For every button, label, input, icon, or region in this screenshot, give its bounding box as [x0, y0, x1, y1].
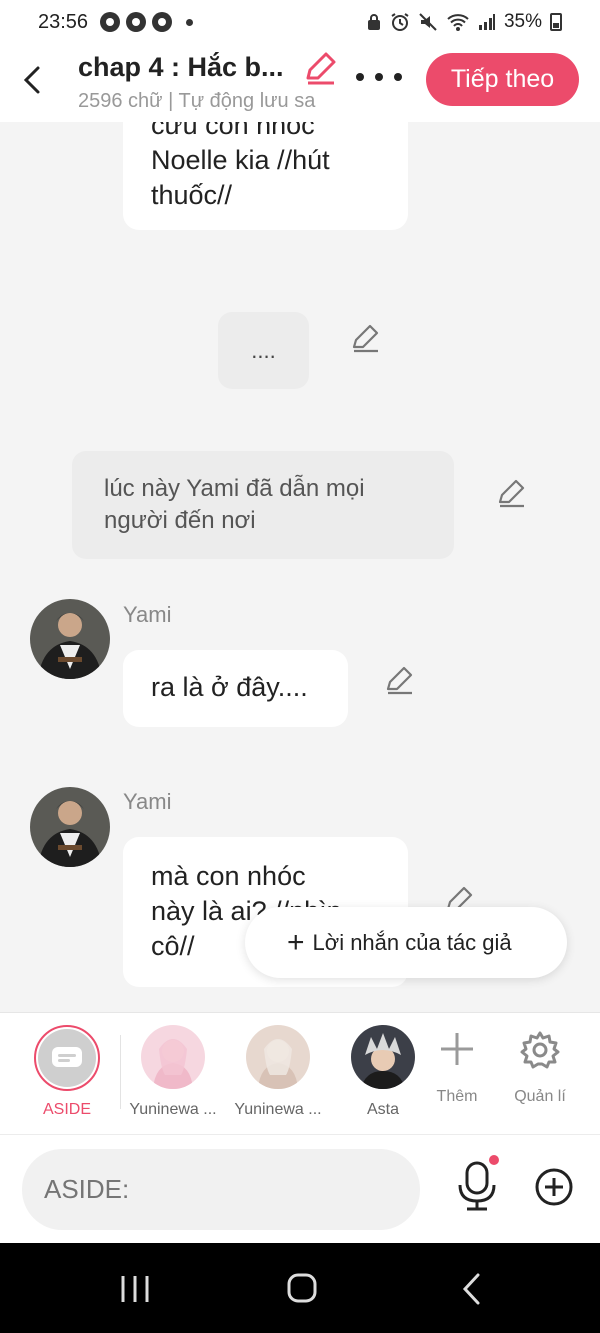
chapter-title[interactable]: chap 4 : Hắc b... [78, 52, 292, 83]
lock-icon [367, 14, 380, 30]
next-button[interactable]: Tiếp theo [426, 53, 579, 106]
character-asta[interactable]: Asta [349, 1025, 417, 1119]
system-icons: 35% [366, 11, 562, 33]
character-name: Yuninewa ... [129, 1101, 217, 1118]
message-line: cứu con nhóc [151, 122, 315, 140]
avatar [141, 1025, 205, 1089]
battery-percent: 35% [503, 11, 542, 32]
more-options-button[interactable] [356, 66, 402, 88]
speaker-name: Yami [123, 602, 172, 627]
back-button[interactable] [14, 58, 50, 102]
signal-icon [478, 14, 495, 30]
chevron-left-icon [23, 66, 40, 94]
plus-icon [441, 1033, 473, 1065]
message-line: Noelle kia //hút [151, 145, 330, 175]
divider [120, 1035, 121, 1109]
gear-icon [520, 1031, 560, 1069]
more-notifications-dot-icon [186, 18, 194, 26]
message-input[interactable] [22, 1149, 420, 1230]
notification-icons [100, 12, 194, 32]
author-note-button[interactable]: + Lời nhắn của tác giả [245, 907, 567, 978]
narration-bubble[interactable]: lúc này Yami đã dẫn mọi người đến nơi [72, 451, 454, 559]
narration-bubble[interactable]: .... [218, 312, 309, 389]
status-bar: 23:56 35% [0, 0, 600, 44]
character-yuninewa-2[interactable]: Yuninewa ... [233, 1025, 323, 1119]
plus-icon: + [287, 925, 305, 959]
dot-icon [356, 73, 364, 81]
character-name: Asta [366, 1101, 399, 1118]
edit-message-icon[interactable] [495, 477, 527, 509]
recording-indicator-dot [489, 1155, 499, 1165]
message-text: ra là ở đây.... [151, 672, 308, 702]
manage-characters-button[interactable]: Quản lí [510, 1029, 570, 1106]
character-portrait-icon [30, 599, 110, 679]
mute-icon [419, 13, 437, 31]
dot-icon [394, 73, 402, 81]
speech-bubble-icon [52, 1047, 82, 1067]
edit-title-icon[interactable] [302, 50, 338, 86]
composer [0, 1134, 600, 1243]
chrome-notification-icon [126, 12, 147, 32]
avatar [246, 1025, 310, 1089]
add-label: Thêm [436, 1088, 478, 1105]
character-portrait-icon [30, 787, 110, 867]
edit-message-icon[interactable] [383, 664, 415, 696]
avatar[interactable] [30, 599, 110, 679]
editor-header: chap 4 : Hắc b... 2596 chữ | Tự động lưu… [0, 44, 600, 122]
avatar[interactable] [30, 787, 110, 867]
back-nav-icon[interactable] [460, 1272, 482, 1306]
word-count-autosave: 2596 chữ | Tự động lưu sa [78, 90, 316, 112]
status-time: 23:56 [38, 10, 89, 33]
home-icon[interactable] [286, 1272, 318, 1304]
character-selector: ASIDE Yuninewa ... Yuninewa ... Asta Thê… [0, 1012, 600, 1134]
character-name: ASIDE [42, 1101, 91, 1118]
character-yuninewa-1[interactable]: Yuninewa ... [128, 1025, 218, 1119]
message-bubble[interactable]: ra là ở đây.... [123, 650, 348, 727]
avatar [351, 1025, 415, 1089]
narration-line: lúc này Yami đã dẫn mọi [104, 475, 365, 502]
message-line: mà con nhóc [151, 861, 306, 891]
microphone-icon[interactable] [455, 1161, 499, 1211]
chrome-notification-icon [100, 12, 121, 32]
chat-area[interactable]: cứu con nhóc Noelle kia //hút thuốc// ..… [0, 122, 600, 1012]
wifi-icon [447, 14, 469, 31]
character-name: Yuninewa ... [234, 1101, 322, 1118]
alarm-icon [391, 13, 409, 31]
character-aside[interactable]: ASIDE [27, 1025, 107, 1119]
chrome-notification-icon [152, 12, 173, 32]
message-bubble[interactable]: cứu con nhóc Noelle kia //hút thuốc// [123, 122, 408, 230]
edit-message-icon[interactable] [349, 322, 381, 354]
narration-line: người đến nơi [104, 507, 256, 534]
add-attachment-icon[interactable] [534, 1167, 574, 1207]
character-portrait-icon [351, 1025, 415, 1089]
system-navigation-bar [0, 1243, 600, 1333]
battery-icon [550, 13, 562, 31]
author-note-label: Lời nhắn của tác giả [312, 929, 512, 955]
manage-label: Quản lí [514, 1088, 566, 1105]
speaker-name: Yami [123, 789, 172, 814]
message-line: thuốc// [151, 180, 233, 210]
dot-icon [375, 73, 383, 81]
character-portrait-icon [141, 1025, 205, 1089]
recent-apps-icon[interactable] [118, 1274, 152, 1304]
character-portrait-icon [246, 1025, 310, 1089]
aside-avatar [34, 1025, 100, 1091]
add-character-button[interactable]: Thêm [428, 1029, 486, 1106]
